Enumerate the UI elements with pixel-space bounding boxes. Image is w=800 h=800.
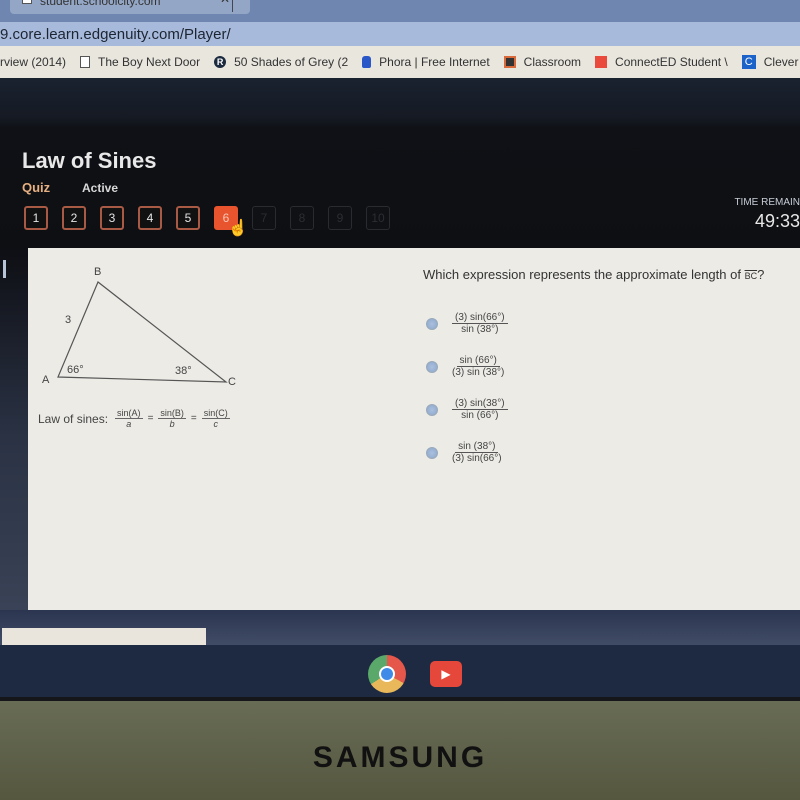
answer-choice-1[interactable]: (3) sin(66°) sin (38°)	[426, 312, 508, 335]
url-text[interactable]: 9.core.learn.edgenuity.com/Player/	[0, 26, 231, 43]
bookmark-label: ConnectED Student \	[615, 55, 728, 69]
angle-c-label: 38°	[175, 365, 192, 377]
bookmark-label: rview (2014)	[0, 55, 67, 69]
close-tab-icon[interactable]: ✕	[220, 0, 230, 6]
browser-tab-strip: student.schoolcity.com ✕	[0, 0, 800, 22]
answer-choice-4[interactable]: sin (38°) (3) sin(66°)	[426, 441, 502, 464]
bookmark-label: Classroom	[523, 55, 582, 69]
choice-denominator: (3) sin(66°)	[452, 453, 502, 464]
vertex-b-label: B	[94, 266, 102, 278]
bookmark-item[interactable]: C Clever	[741, 55, 799, 69]
question-button-1[interactable]: 1	[24, 206, 48, 230]
bookmark-label: Phora | Free Internet	[379, 55, 490, 69]
lock-icon	[362, 56, 372, 68]
question-button-3[interactable]: 3	[100, 206, 124, 230]
choice-denominator: (3) sin (38°)	[452, 367, 505, 378]
question-text: Which expression represents the approxim…	[423, 267, 745, 282]
choice-fraction: sin (38°) (3) sin(66°)	[452, 441, 502, 464]
youtube-icon[interactable]: ▶	[430, 661, 462, 687]
question-button-8: 8	[290, 206, 314, 230]
page-icon	[80, 56, 91, 68]
choice-numerator: sin (38°)	[455, 441, 499, 453]
hand-cursor-icon: ☝	[228, 220, 248, 237]
bookmark-item[interactable]: The Boy Next Door	[80, 55, 200, 69]
classroom-icon	[503, 56, 516, 68]
connected-icon	[595, 56, 608, 68]
brand-logo: SAMSUNG	[312, 741, 488, 774]
question-button-2[interactable]: 2	[62, 206, 86, 230]
fraction-numerator: sin(A)	[115, 408, 143, 419]
page-icon	[22, 0, 32, 4]
clever-icon: C	[741, 55, 756, 69]
question-button-5[interactable]: 5	[176, 206, 200, 230]
answer-choice-3[interactable]: (3) sin(38°) sin (66°)	[426, 398, 508, 421]
bookmark-label: The Boy Next Door	[98, 55, 201, 69]
question-prompt: Which expression represents the approxim…	[423, 267, 764, 282]
choice-numerator: (3) sin(38°)	[452, 398, 508, 410]
choice-fraction: sin (66°) (3) sin (38°)	[452, 355, 504, 378]
law-label: Law of sines:	[38, 411, 109, 426]
fraction-term: sin(B) b	[158, 408, 186, 429]
fraction-denominator: b	[169, 419, 175, 429]
bookmark-label: Clever	[763, 55, 799, 69]
rail-marker	[3, 260, 6, 278]
bookmark-item[interactable]: Classroom	[503, 55, 582, 69]
r-logo-icon: R	[214, 56, 227, 68]
lesson-title: Law of Sines	[22, 148, 157, 173]
choice-numerator: sin (66°)	[456, 355, 500, 367]
time-remaining-label: TIME REMAIN	[734, 197, 800, 208]
fraction-denominator: a	[126, 419, 132, 429]
law-of-sines-formula: Law of sines: sin(A) a = sin(B) b = sin(…	[38, 408, 233, 429]
question-navigator: 1 2 3 4 5 6 7 8 9 10	[24, 206, 404, 230]
footer-box	[2, 628, 206, 646]
equals-sign: =	[190, 413, 197, 424]
side-ab-label: 3	[65, 314, 72, 326]
fraction-denominator: c	[213, 419, 219, 429]
bookmark-item[interactable]: rview (2014)	[0, 55, 66, 69]
fraction-numerator: sin(B)	[158, 408, 186, 419]
choice-denominator: sin (66°)	[461, 410, 499, 421]
choice-numerator: (3) sin(66°)	[452, 312, 508, 324]
choice-denominator: sin (38°)	[461, 324, 499, 335]
question-button-9: 9	[328, 206, 352, 230]
question-button-4[interactable]: 4	[138, 206, 162, 230]
answer-choice-2[interactable]: sin (66°) (3) sin (38°)	[426, 355, 504, 378]
activity-status: Active	[82, 181, 119, 195]
time-remaining-value: 49:33	[754, 211, 800, 231]
vertex-c-label: C	[228, 376, 236, 388]
radio-button[interactable]	[426, 403, 438, 416]
bookmark-label: 50 Shades of Grey (2	[234, 55, 349, 69]
bookmarks-bar: rview (2014) The Boy Next Door R 50 Shad…	[0, 46, 800, 78]
radio-button[interactable]	[426, 317, 438, 330]
radio-button[interactable]	[426, 360, 438, 373]
question-button-10: 10	[366, 206, 390, 230]
question-panel: B A C 3 66° 38° Law of sines: sin(A) a =…	[28, 248, 800, 610]
fraction-numerator: sin(C)	[201, 408, 230, 419]
vertex-a-label: A	[42, 374, 50, 386]
angle-a-label: 66°	[67, 364, 84, 376]
fraction-term: sin(A) a	[115, 408, 143, 429]
fraction-term: sin(C) c	[201, 408, 230, 429]
side-rail	[0, 248, 28, 628]
equals-sign: =	[147, 413, 154, 424]
activity-type: Quiz	[22, 180, 51, 195]
bookmark-item[interactable]: Phora | Free Internet	[362, 55, 490, 69]
laptop-bezel: SAMSUNG	[0, 697, 800, 800]
browser-tab[interactable]: student.schoolcity.com ✕	[10, 0, 250, 14]
tab-title: student.schoolcity.com	[40, 0, 161, 8]
choice-fraction: (3) sin(38°) sin (66°)	[452, 398, 508, 421]
chrome-icon[interactable]	[368, 655, 406, 693]
screen: student.schoolcity.com ✕ 9.core.learn.ed…	[0, 0, 800, 800]
address-bar[interactable]: 9.core.learn.edgenuity.com/Player/	[0, 22, 800, 46]
radio-button[interactable]	[426, 446, 438, 459]
bookmark-item[interactable]: R 50 Shades of Grey (2	[214, 55, 348, 69]
tab-separator	[232, 0, 233, 12]
question-button-7: 7	[252, 206, 276, 230]
chrome-icon-center	[379, 666, 395, 682]
lesson-header: Law of Sines Quiz Active 1 2 3 4 5 6 7 8…	[0, 78, 800, 248]
choice-fraction: (3) sin(66°) sin (38°)	[452, 312, 508, 335]
question-mark: ?	[757, 267, 765, 282]
segment-label: BC	[744, 271, 758, 281]
bookmark-item[interactable]: ConnectED Student \	[595, 55, 728, 69]
